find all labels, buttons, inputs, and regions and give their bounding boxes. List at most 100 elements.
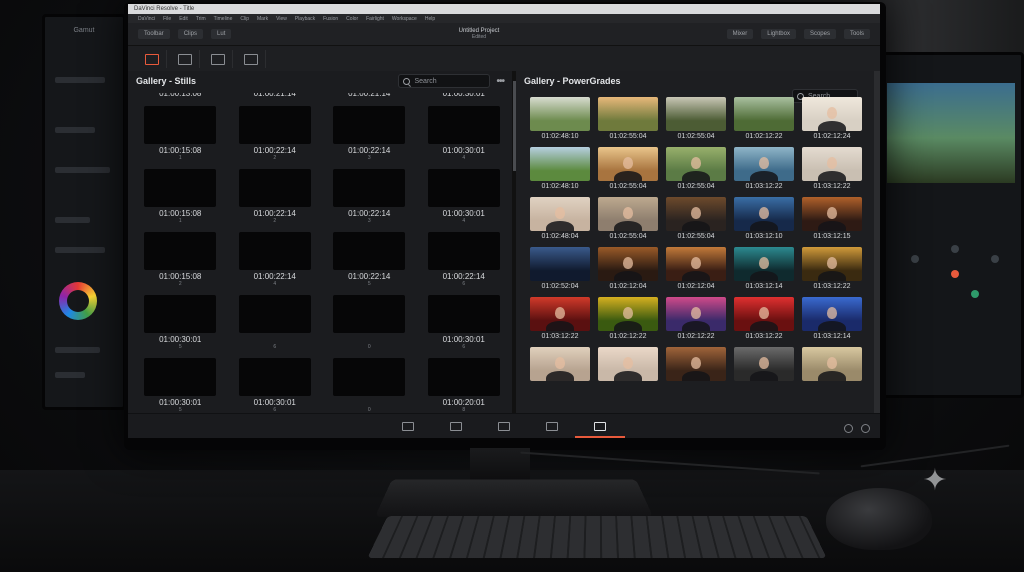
still-thumbnail[interactable] — [144, 169, 217, 207]
powergrade-item[interactable]: 01:02:12:04 — [666, 247, 726, 292]
still-item[interactable]: 01:00:30:01 5 — [138, 358, 223, 413]
powergrade-item[interactable] — [666, 347, 726, 392]
still-thumbnail[interactable] — [238, 232, 311, 270]
still-item[interactable]: 01:00:15:08 2 — [138, 232, 223, 287]
powergrade-thumbnail[interactable] — [666, 347, 726, 381]
powergrade-item[interactable]: 01:02:12:22 — [598, 297, 658, 342]
page-cut-button[interactable] — [449, 419, 463, 433]
still-item[interactable]: 01:00:15:08 1 — [138, 106, 223, 161]
powergrade-folder-tab[interactable] — [237, 50, 266, 68]
still-item[interactable]: 01:00:30:01 4 — [422, 106, 507, 161]
still-thumbnail[interactable] — [144, 295, 217, 333]
still-item[interactable]: 01:00:22:14 4 — [233, 232, 318, 287]
powergrade-item[interactable]: 01:03:12:14 — [734, 247, 794, 292]
powergrade-item[interactable]: 01:02:52:04 — [530, 247, 590, 292]
powergrade-thumbnail[interactable] — [598, 247, 658, 281]
toolbar-button[interactable]: Scopes — [803, 29, 836, 39]
menu-item[interactable]: Trim — [196, 16, 206, 22]
powergrade-item[interactable]: 01:03:12:22 — [734, 147, 794, 192]
powergrade-thumbnail[interactable] — [734, 247, 794, 281]
menu-item[interactable]: Workspace — [392, 16, 417, 22]
still-thumbnail[interactable] — [144, 106, 217, 144]
powergrade-item[interactable]: 01:02:55:04 — [598, 197, 658, 242]
still-thumbnail[interactable] — [427, 295, 500, 333]
powergrade-thumbnail[interactable] — [666, 197, 726, 231]
still-thumbnail[interactable] — [427, 358, 500, 396]
page-media-button[interactable] — [401, 419, 415, 433]
album-folder-tab[interactable] — [171, 50, 200, 68]
menu-item[interactable]: Timeline — [214, 16, 233, 22]
menu-item[interactable]: Edit — [179, 16, 188, 22]
still-item[interactable]: 01:00:15:08 1 — [138, 169, 223, 224]
menu-item[interactable]: Clip — [240, 16, 249, 22]
powergrade-item[interactable]: 01:03:12:14 — [802, 297, 862, 342]
toolbar-button[interactable]: Tools — [843, 29, 870, 39]
page-fusion-button[interactable] — [545, 419, 559, 433]
powergrade-thumbnail[interactable] — [734, 147, 794, 181]
toolbar-button[interactable]: Lightbox — [761, 29, 796, 39]
menu-item[interactable]: View — [276, 16, 287, 22]
powergrade-thumbnail[interactable] — [598, 97, 658, 131]
still-item[interactable]: 01:00:22:14 3 — [327, 169, 412, 224]
right-scrollbar[interactable] — [874, 71, 880, 414]
toolbar-button[interactable]: Clips — [177, 29, 204, 39]
powergrade-item[interactable]: 01:02:12:22 — [666, 297, 726, 342]
still-thumbnail[interactable] — [238, 106, 311, 144]
powergrade-thumbnail[interactable] — [598, 347, 658, 381]
powergrade-thumbnail[interactable] — [734, 347, 794, 381]
powergrade-item[interactable]: 01:03:12:22 — [802, 147, 862, 192]
powergrade-thumbnail[interactable] — [530, 147, 590, 181]
powergrade-thumbnail[interactable] — [734, 97, 794, 131]
powergrade-thumbnail[interactable] — [666, 97, 726, 131]
menu-item[interactable]: Color — [346, 16, 358, 22]
powergrade-thumbnail[interactable] — [666, 247, 726, 281]
still-thumbnail[interactable] — [427, 232, 500, 270]
powergrade-thumbnail[interactable] — [530, 297, 590, 331]
powergrade-item[interactable]: 01:02:48:04 — [530, 197, 590, 242]
more-options-icon[interactable]: ••• — [496, 76, 504, 87]
still-item[interactable]: 01:00:30:01 4 — [422, 169, 507, 224]
still-thumbnail[interactable] — [427, 169, 500, 207]
powergrade-thumbnail[interactable] — [802, 97, 862, 131]
still-thumbnail[interactable] — [238, 295, 311, 333]
toolbar-button[interactable]: Mixer — [726, 29, 754, 39]
menu-item[interactable]: Fusion — [323, 16, 338, 22]
menu-item[interactable]: Help — [425, 16, 435, 22]
menu-item[interactable]: Fairlight — [366, 16, 384, 22]
powergrade-item[interactable]: 01:03:12:22 — [734, 297, 794, 342]
still-item[interactable]: 01:00:30:01 6 — [422, 295, 507, 350]
home-icon[interactable] — [844, 424, 853, 433]
powergrade-item[interactable]: 01:02:55:04 — [598, 147, 658, 192]
powergrade-item[interactable]: 01:02:48:10 — [530, 147, 590, 192]
powergrade-thumbnail[interactable] — [598, 147, 658, 181]
menu-item[interactable]: Mark — [257, 16, 268, 22]
powergrade-thumbnail[interactable] — [530, 197, 590, 231]
menu-item[interactable]: Playback — [295, 16, 315, 22]
still-thumbnail[interactable] — [238, 358, 311, 396]
powergrade-item[interactable]: 01:02:12:24 — [802, 97, 862, 142]
powergrade-item[interactable] — [734, 347, 794, 392]
menu-item[interactable]: File — [163, 16, 171, 22]
powergrade-thumbnail[interactable] — [802, 297, 862, 331]
still-thumbnail[interactable] — [333, 232, 406, 270]
still-item[interactable]: 01:00:22:14 2 — [233, 106, 318, 161]
powergrade-thumbnail[interactable] — [734, 297, 794, 331]
powergrade-thumbnail[interactable] — [802, 347, 862, 381]
powergrade-thumbnail[interactable] — [530, 97, 590, 131]
powergrade-thumbnail[interactable] — [734, 197, 794, 231]
still-thumbnail[interactable] — [333, 358, 406, 396]
still-item[interactable]: 01:00:30:01 6 — [233, 358, 318, 413]
powergrade-item[interactable]: 01:02:55:04 — [666, 147, 726, 192]
still-thumbnail[interactable] — [144, 232, 217, 270]
memories-folder-tab[interactable] — [204, 50, 233, 68]
still-thumbnail[interactable] — [238, 169, 311, 207]
powergrade-thumbnail[interactable] — [598, 197, 658, 231]
menu-item[interactable]: DaVinci — [138, 16, 155, 22]
stills-search-input[interactable]: Search — [398, 74, 491, 88]
still-thumbnail[interactable] — [333, 169, 406, 207]
still-item[interactable]: 0 — [327, 295, 412, 350]
toolbar-button[interactable]: Lut — [211, 29, 232, 39]
powergrade-thumbnail[interactable] — [530, 247, 590, 281]
still-thumbnail[interactable] — [333, 295, 406, 333]
powergrade-thumbnail[interactable] — [598, 297, 658, 331]
